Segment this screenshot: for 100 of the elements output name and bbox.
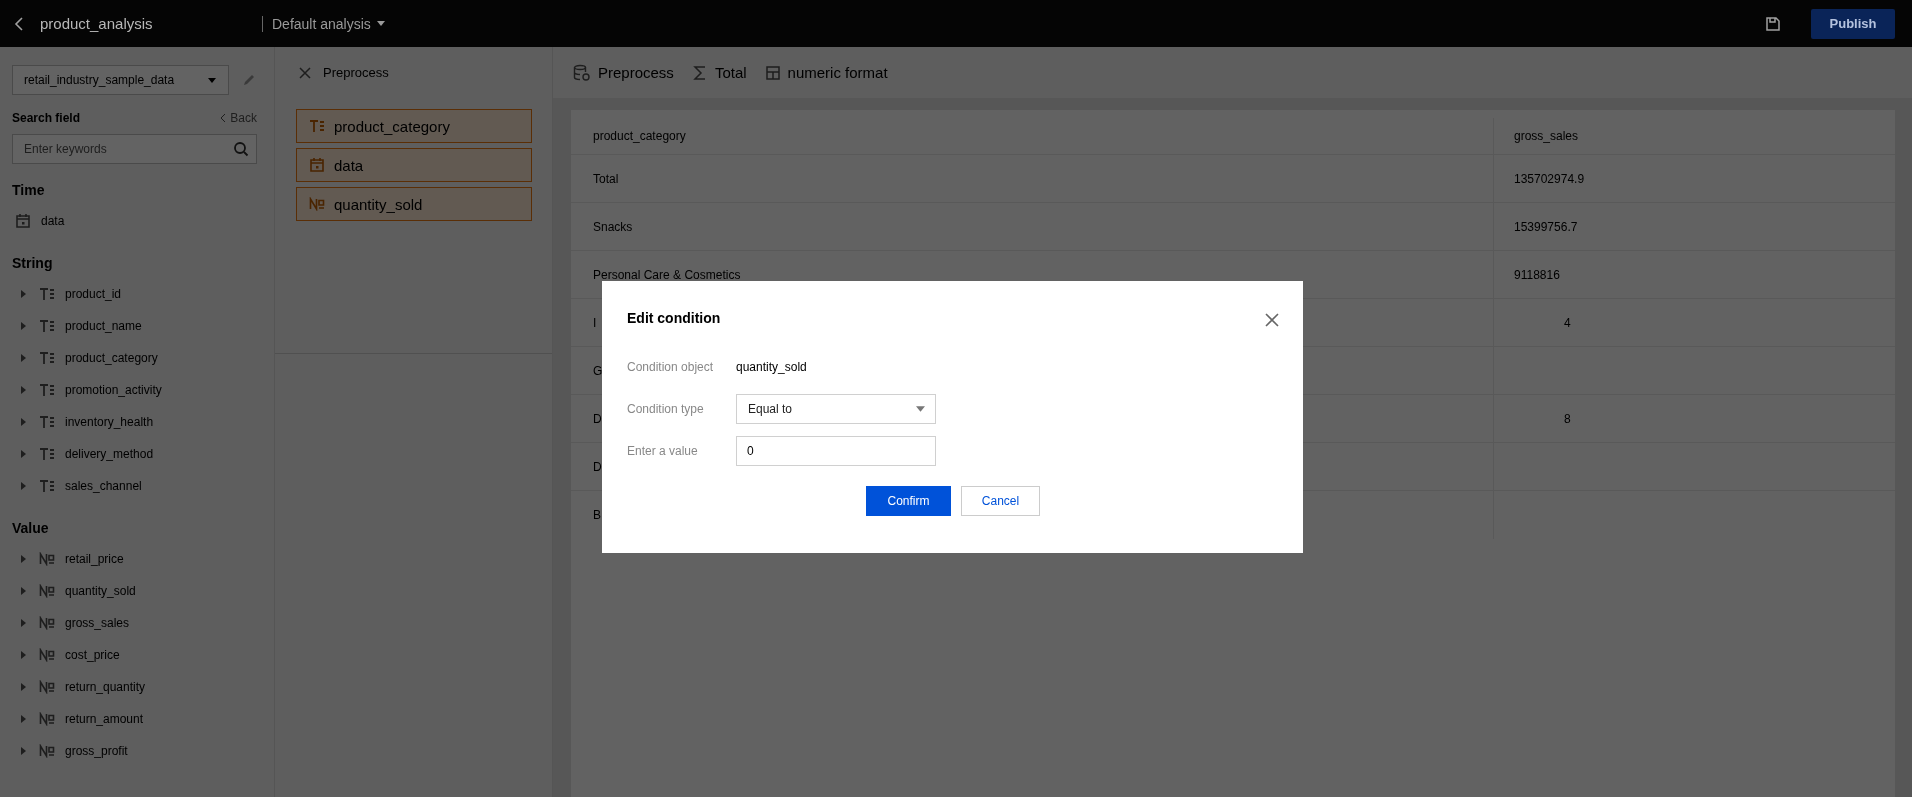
calendar-icon bbox=[15, 213, 31, 229]
expand-icon[interactable] bbox=[21, 418, 26, 426]
field-item[interactable]: data bbox=[41, 214, 65, 228]
form-value: quantity_sold bbox=[736, 360, 807, 374]
table-cell: B bbox=[593, 507, 601, 522]
expand-icon[interactable] bbox=[21, 587, 26, 595]
chevron-icon bbox=[220, 113, 227, 123]
table-cell: G bbox=[593, 363, 603, 378]
number-type-icon bbox=[39, 584, 55, 598]
expand-icon[interactable] bbox=[21, 715, 26, 723]
caret-icon bbox=[376, 21, 385, 26]
column-header: product_category bbox=[571, 118, 1494, 155]
table-cell: 15399756.7 bbox=[1514, 219, 1578, 234]
sigma-icon bbox=[691, 64, 708, 81]
field-item[interactable]: inventory_health bbox=[65, 415, 154, 429]
field-chip[interactable]: data bbox=[296, 148, 532, 182]
condition-type-select[interactable]: Equal to bbox=[736, 394, 936, 424]
field-item[interactable]: cost_price bbox=[65, 648, 120, 662]
toolbar-button[interactable]: Preprocess bbox=[573, 63, 674, 82]
table-cell: 135702974.9 bbox=[1514, 171, 1585, 186]
field-item[interactable]: product_id bbox=[65, 287, 122, 301]
number-type-icon bbox=[309, 197, 325, 211]
calendar-icon bbox=[309, 157, 325, 173]
text-type-icon bbox=[39, 415, 55, 429]
number-type-icon bbox=[39, 712, 55, 726]
search-icon[interactable] bbox=[233, 141, 249, 157]
column-header: gross_sales bbox=[1493, 118, 1895, 155]
text-type-icon bbox=[39, 383, 55, 397]
table-cell: I bbox=[593, 315, 597, 330]
field-item[interactable]: gross_sales bbox=[65, 616, 130, 630]
expand-icon[interactable] bbox=[21, 290, 26, 298]
number-type-icon bbox=[39, 616, 55, 630]
table-cell: Personal Care & Cosmetics bbox=[593, 267, 741, 282]
expand-icon[interactable] bbox=[21, 651, 26, 659]
field-item[interactable]: promotion_activity bbox=[65, 383, 162, 397]
close-icon[interactable] bbox=[299, 66, 311, 79]
value-input[interactable]: 0 bbox=[736, 436, 936, 466]
expand-icon[interactable] bbox=[21, 354, 26, 362]
group-title: Time bbox=[12, 182, 46, 198]
expand-icon[interactable] bbox=[21, 683, 26, 691]
dataset-select[interactable]: retail_industry_sample_data bbox=[12, 65, 229, 95]
text-type-icon bbox=[39, 479, 55, 493]
text-type-icon bbox=[309, 119, 325, 133]
expand-icon[interactable] bbox=[21, 555, 26, 563]
back-link[interactable]: Back bbox=[220, 111, 257, 125]
pencil-icon[interactable] bbox=[242, 73, 256, 87]
caret-icon bbox=[208, 77, 216, 83]
number-type-icon bbox=[39, 744, 55, 758]
back-icon[interactable] bbox=[14, 15, 24, 32]
field-item[interactable]: quantity_sold bbox=[65, 584, 136, 598]
cancel-button[interactable]: Cancel bbox=[961, 486, 1040, 516]
expand-icon[interactable] bbox=[21, 386, 26, 394]
field-chip[interactable]: quantity_sold bbox=[296, 187, 532, 221]
field-item[interactable]: return_amount bbox=[65, 712, 144, 726]
field-item[interactable]: retail_price bbox=[65, 552, 124, 566]
table-cell: 9118816 bbox=[1514, 267, 1560, 282]
report-title: product_analysis bbox=[40, 15, 154, 32]
toolbar-button[interactable]: numeric format bbox=[764, 64, 888, 81]
field-item[interactable]: product_category bbox=[65, 351, 158, 365]
caret-icon bbox=[916, 406, 925, 412]
field-item[interactable]: product_name bbox=[65, 319, 142, 333]
expand-icon[interactable] bbox=[21, 322, 26, 330]
expand-icon[interactable] bbox=[21, 747, 26, 755]
form-label: Enter a value bbox=[627, 444, 699, 458]
form-label: Condition type bbox=[627, 402, 705, 416]
expand-icon[interactable] bbox=[21, 482, 26, 490]
database-icon bbox=[573, 63, 591, 82]
search-field-title: Search field bbox=[12, 111, 81, 125]
table-cell: D bbox=[593, 459, 602, 474]
field-item[interactable]: return_quantity bbox=[65, 680, 146, 694]
group-title: Value bbox=[12, 520, 50, 536]
publish-button[interactable]: Publish bbox=[1811, 8, 1895, 39]
save-icon[interactable] bbox=[1765, 15, 1781, 32]
confirm-button[interactable]: Confirm bbox=[866, 486, 951, 516]
group-title: String bbox=[12, 255, 54, 271]
search-field[interactable]: Enter keywords bbox=[12, 134, 257, 164]
number-type-icon bbox=[39, 648, 55, 662]
number-type-icon bbox=[39, 552, 55, 566]
form-label: Condition object bbox=[627, 360, 715, 374]
expand-icon[interactable] bbox=[21, 619, 26, 627]
number-type-icon bbox=[39, 680, 55, 694]
field-item[interactable]: gross_profit bbox=[65, 744, 128, 758]
field-item[interactable]: sales_channel bbox=[65, 479, 142, 493]
text-type-icon bbox=[39, 319, 55, 333]
table-cell: Snacks bbox=[593, 219, 633, 234]
expand-icon[interactable] bbox=[21, 450, 26, 458]
field-chip[interactable]: product_category bbox=[296, 109, 532, 143]
table-cell: 8 bbox=[1564, 411, 1571, 426]
toolbar-button[interactable]: Total bbox=[691, 64, 747, 81]
field-item[interactable]: delivery_method bbox=[65, 447, 154, 461]
text-type-icon bbox=[39, 287, 55, 301]
dialog-title: Edit condition bbox=[627, 310, 721, 326]
close-icon[interactable] bbox=[1265, 313, 1279, 327]
table-cell: 4 bbox=[1564, 315, 1571, 330]
table-cell: D bbox=[593, 411, 602, 426]
panel-title: Preprocess bbox=[323, 65, 389, 80]
analysis-dropdown[interactable]: Default analysis bbox=[272, 15, 385, 32]
text-type-icon bbox=[39, 447, 55, 461]
table-icon bbox=[764, 64, 781, 81]
text-type-icon bbox=[39, 351, 55, 365]
